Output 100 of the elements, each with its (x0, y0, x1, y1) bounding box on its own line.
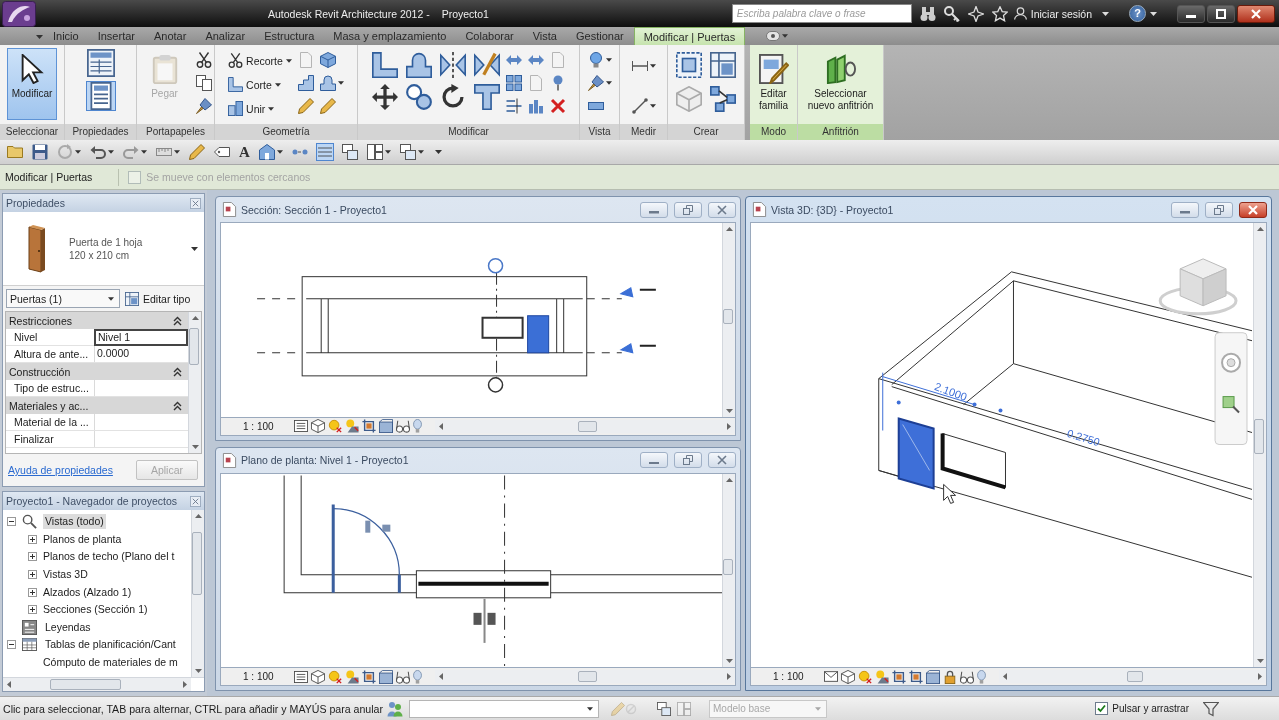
collapse-icon[interactable] (173, 315, 182, 326)
caret-icon[interactable] (141, 150, 147, 154)
scrollbar[interactable] (188, 312, 201, 453)
ribbon-tab[interactable]: Modificar | Puertas (633, 27, 746, 45)
tree-item[interactable]: Vistas (todo) (43, 514, 106, 530)
caret-icon[interactable] (605, 81, 612, 85)
scrollbar[interactable] (722, 473, 735, 667)
ribbon-tab[interactable]: Insertar (88, 27, 144, 45)
scrollbar[interactable] (3, 678, 191, 691)
restore-button[interactable] (1205, 201, 1233, 218)
split-lines-icon[interactable] (505, 98, 522, 114)
cube-icon[interactable] (841, 669, 855, 684)
sun-shadow-icon[interactable] (345, 669, 359, 684)
cube-icon[interactable] (319, 52, 336, 68)
section-line-icon[interactable] (291, 149, 308, 155)
zoom-icon[interactable] (1222, 396, 1241, 414)
sun-icon[interactable] (328, 669, 342, 684)
tree-item[interactable]: Secciones (Sección 1) (41, 602, 150, 618)
ribbon-tab[interactable]: Vista (523, 27, 566, 45)
restore-button[interactable] (674, 452, 702, 468)
tile-windows-icon[interactable] (677, 701, 691, 716)
binoculars-icon[interactable] (919, 5, 936, 22)
close-icon[interactable] (190, 197, 201, 209)
caret-icon[interactable] (276, 150, 283, 154)
circular-arrow-icon[interactable] (439, 84, 466, 110)
box-icon[interactable] (379, 669, 393, 684)
down-arrow-icon[interactable] (725, 408, 733, 413)
l-shape-icon[interactable] (371, 52, 398, 78)
pages-icon[interactable] (195, 75, 212, 91)
ribbon-tab[interactable]: Inicio (44, 27, 88, 45)
arch-shape-icon[interactable] (405, 52, 432, 78)
scale-label[interactable]: 1 : 100 (751, 671, 821, 682)
dropdown-field[interactable]: Puertas (1) (6, 289, 120, 308)
caret-icon[interactable] (174, 150, 180, 154)
pencil-icon[interactable] (189, 144, 205, 160)
expand-icon[interactable] (28, 534, 37, 544)
ribbon-button[interactable]: Corte (228, 74, 281, 95)
box-icon[interactable] (926, 669, 940, 684)
glasses-icon[interactable] (960, 669, 974, 684)
windows-icon[interactable] (399, 144, 416, 160)
tree-item[interactable]: Cómputo de materiales de m (41, 655, 180, 671)
ribbon-tab[interactable]: Masa y emplazamiento (324, 27, 456, 45)
scrollbar-thumb[interactable] (723, 559, 733, 575)
help-link[interactable]: Ayuda de propiedades (8, 464, 113, 476)
down-arrow-icon[interactable] (194, 669, 202, 673)
close-icon[interactable] (190, 495, 201, 507)
bar-chart-icon[interactable] (527, 98, 544, 114)
restore-button[interactable] (674, 201, 702, 218)
ribbon-tab[interactable]: Colaborar (456, 27, 523, 45)
tile-windows-icon[interactable] (366, 144, 383, 160)
house-icon[interactable] (258, 144, 275, 160)
windows-icon[interactable] (657, 701, 671, 716)
dimension-label[interactable]: 0.2750 (1065, 426, 1102, 449)
dimension-label[interactable]: 2.1000 (932, 380, 969, 403)
windows-icon[interactable] (341, 144, 358, 160)
up-arrow-icon[interactable] (191, 316, 199, 320)
ribbon-button[interactable]: Recorte (228, 50, 292, 71)
caret-icon[interactable] (649, 64, 656, 68)
caret-icon[interactable] (1102, 11, 1109, 16)
sun-shadow-icon[interactable] (345, 419, 359, 433)
ribbon-tab[interactable]: Anotar (145, 27, 196, 45)
ribbon-button[interactable]: Unir (228, 98, 275, 119)
expand-icon[interactable] (28, 605, 37, 615)
key-icon[interactable] (943, 5, 960, 22)
pencil-icon[interactable] (319, 98, 336, 114)
step-shape-icon[interactable] (297, 75, 314, 91)
cube-icon[interactable] (311, 669, 325, 684)
double-arrow-icon[interactable] (505, 52, 522, 68)
property-group-header[interactable]: Construcción (6, 363, 188, 380)
scrollbar-thumb[interactable] (723, 308, 733, 325)
caret-icon[interactable] (337, 81, 344, 85)
property-group-header[interactable]: Materiales y ac... (6, 397, 188, 414)
cube-icon[interactable] (311, 419, 325, 433)
sun-icon[interactable] (858, 669, 872, 684)
up-arrow-icon[interactable] (725, 477, 733, 482)
scrollbar[interactable] (191, 510, 204, 677)
toggle-icon[interactable] (766, 31, 781, 41)
pencil-icon[interactable] (297, 98, 314, 114)
save-icon[interactable] (32, 144, 48, 160)
caret-icon[interactable] (649, 104, 656, 108)
ribbon-tab[interactable]: Gestionar (567, 27, 633, 45)
mirror-pencil-icon[interactable] (473, 52, 500, 78)
up-arrow-icon[interactable] (194, 514, 202, 518)
collapse-icon[interactable] (173, 366, 182, 377)
tree-item[interactable]: Alzados (Alzado 1) (41, 584, 134, 600)
scrollbar-thumb[interactable] (578, 420, 598, 432)
diagonal-line-icon[interactable] (631, 98, 648, 114)
scissors-icon[interactable] (195, 52, 212, 68)
right-arrow-icon[interactable] (183, 681, 187, 688)
search-field[interactable]: Escriba palabra clave o frase (731, 4, 912, 23)
caret-icon[interactable] (108, 150, 114, 154)
left-arrow-icon[interactable] (1003, 673, 1007, 680)
list-window-icon[interactable] (86, 82, 115, 110)
property-group-header[interactable]: Restricciones (6, 312, 188, 329)
collapse-icon[interactable] (173, 400, 182, 411)
expand-icon[interactable] (28, 570, 37, 580)
left-arrow-icon[interactable] (439, 422, 443, 430)
tree-item[interactable]: Vistas 3D (41, 567, 90, 583)
x-mark-icon[interactable] (549, 98, 566, 114)
down-arrow-icon[interactable] (191, 445, 199, 449)
